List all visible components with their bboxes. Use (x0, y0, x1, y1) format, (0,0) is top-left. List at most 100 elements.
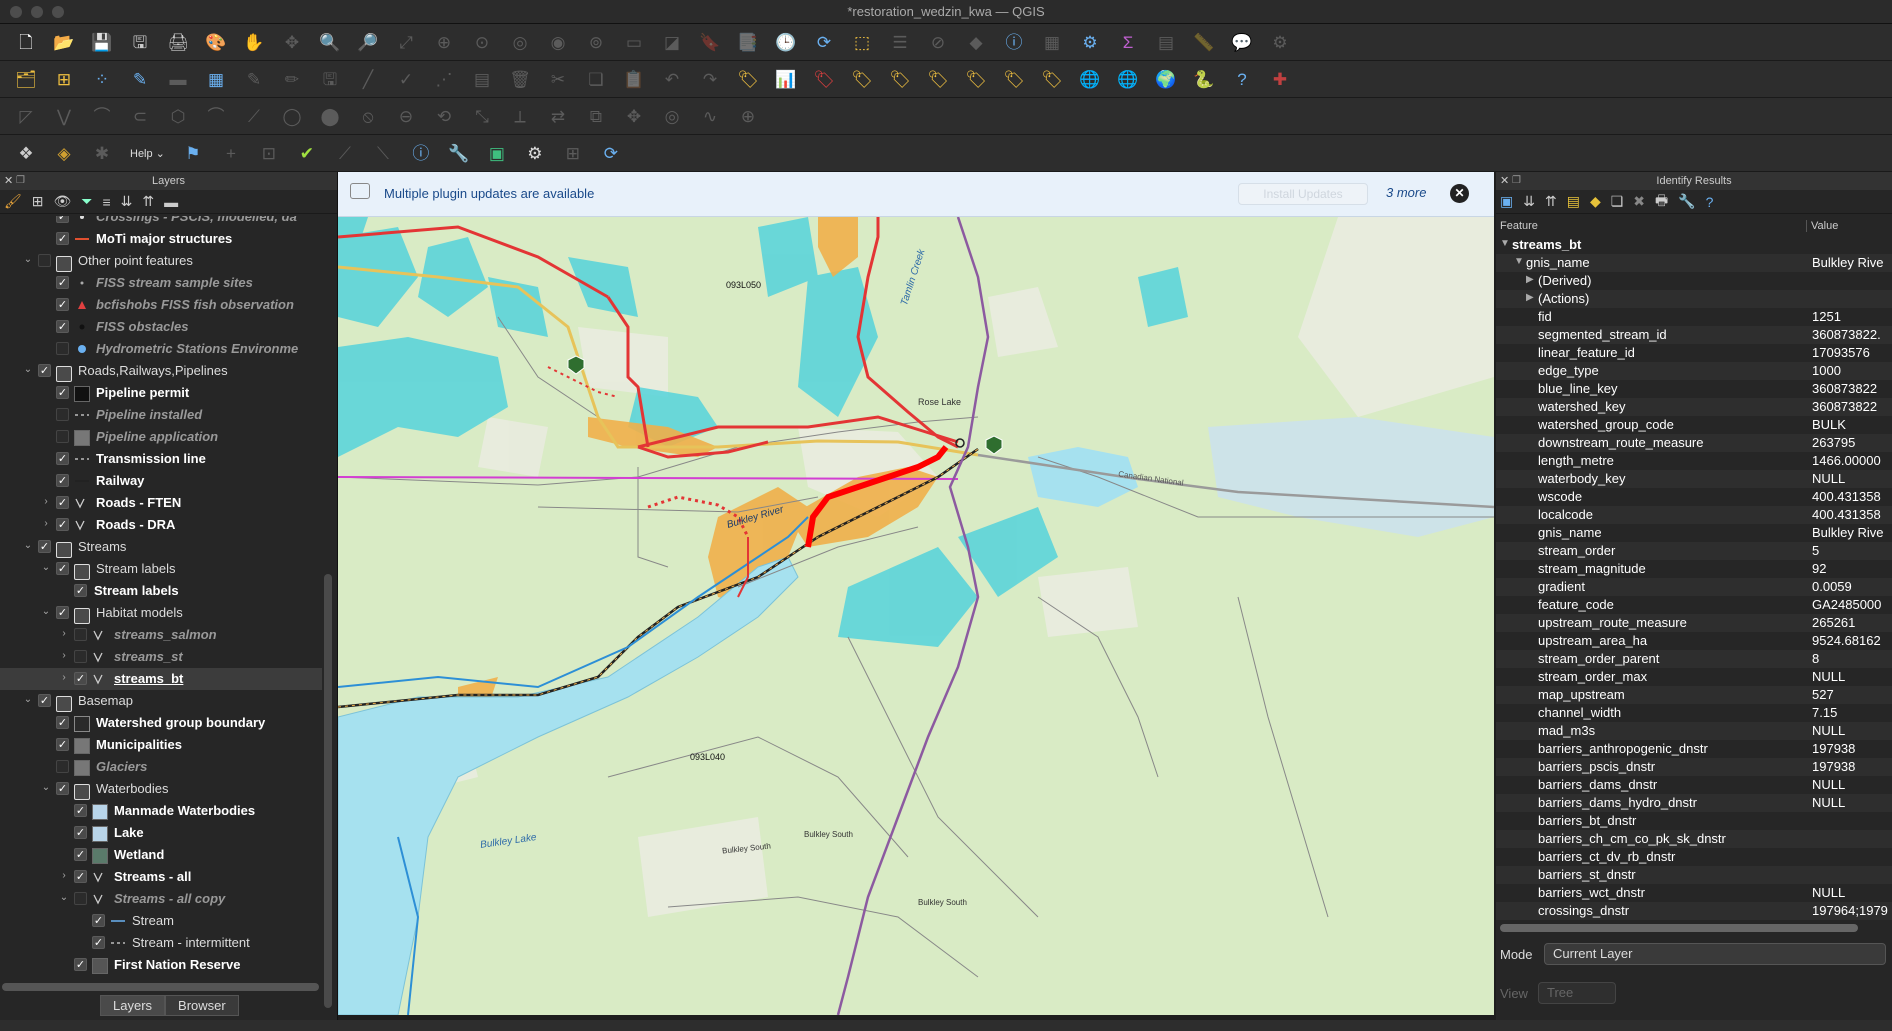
expand-all-icon[interactable]: ⇊ (121, 193, 133, 210)
chevron-right-icon[interactable]: › (58, 628, 70, 639)
layer-visibility-checkbox[interactable]: ✓ (56, 216, 69, 223)
attribute-row[interactable]: upstream_area_ha 9524.68162 (1496, 632, 1892, 650)
rect-icon[interactable]: ▣ (481, 138, 513, 168)
style-icon[interactable]: 🖌 (4, 193, 22, 210)
more-messages-link[interactable]: 3 more (1386, 185, 1426, 200)
reshape-icon[interactable]: ⬡ (162, 101, 194, 131)
attribute-row[interactable]: map_upstream 527 (1496, 686, 1892, 704)
layer-row[interactable]: › ✓ streams_bt (0, 668, 322, 690)
grass-icon[interactable]: ❖ (10, 138, 42, 168)
layer-row[interactable]: ✓ Manmade Waterbodies (0, 800, 322, 822)
attribute-row[interactable]: stream_order 5 (1496, 542, 1892, 560)
close-panel-icon[interactable]: ✕ (4, 172, 13, 190)
attribute-row[interactable]: barriers_dams_hydro_dnstr NULL (1496, 794, 1892, 812)
chevron-down-icon[interactable]: ⌄ (58, 892, 70, 903)
attribute-row[interactable]: blue_line_key 360873822 (1496, 380, 1892, 398)
change-label-icon[interactable]: 🏷 (998, 64, 1030, 94)
layer-row[interactable]: ✓ FISS obstacles (0, 316, 322, 338)
settings-icon[interactable]: 🔧 (1678, 193, 1695, 210)
delete-icon[interactable]: 🗑 (504, 64, 536, 94)
statistics-icon[interactable]: Σ (1112, 27, 1144, 57)
open-project-icon[interactable]: 📂 (48, 27, 80, 57)
expand-icon[interactable]: ▣ (1500, 193, 1513, 210)
attribute-row[interactable]: gradient 0.0059 (1496, 578, 1892, 596)
layer-visibility-checkbox[interactable]: ✓ (56, 496, 69, 509)
install-updates-button[interactable]: Install Updates (1238, 183, 1368, 205)
attribute-row[interactable]: waterbody_key NULL (1496, 470, 1892, 488)
layer-visibility-checkbox[interactable]: ✓ (38, 364, 51, 377)
layer-visibility-checkbox[interactable]: ✓ (56, 474, 69, 487)
edit-pencil-icon[interactable]: ✎ (238, 64, 270, 94)
info-icon[interactable]: ⓘ (405, 138, 437, 168)
chevron-down-icon[interactable]: ⌄ (22, 540, 34, 551)
attribute-row[interactable]: barriers_pscis_dnstr 197938 (1496, 758, 1892, 776)
layer-row[interactable]: ✓ Stream (0, 910, 322, 932)
chevron-down-icon[interactable]: ⌄ (40, 782, 52, 793)
layer-visibility-checkbox[interactable]: ✓ (56, 738, 69, 751)
clear-icon[interactable]: ✖ (1633, 193, 1645, 210)
attribute-row[interactable]: length_metre 1466.00000 (1496, 452, 1892, 470)
tab-layers[interactable]: Layers (100, 995, 166, 1016)
rotate-icon[interactable]: ⟲ (428, 101, 460, 131)
chevron-right-icon[interactable]: ▶ (1526, 292, 1534, 303)
layer-visibility-checkbox[interactable]: ✓ (74, 870, 87, 883)
plugin-a-icon[interactable]: ◈ (48, 138, 80, 168)
layer-row[interactable]: ✓ Stream - intermittent (0, 932, 322, 954)
plugin-icon[interactable]: ⚙ (1264, 27, 1296, 57)
attribute-row[interactable]: fid 1251 (1496, 308, 1892, 326)
label-tool-icon[interactable]: 🏷 (1036, 64, 1068, 94)
close-banner-icon[interactable]: ✕ (1450, 184, 1469, 203)
split-parts-icon[interactable]: ⧉ (580, 101, 612, 131)
python-icon[interactable]: 🐍 (1188, 64, 1220, 94)
layer-visibility-checkbox[interactable]: ✓ (56, 606, 69, 619)
attribute-row[interactable]: edge_type 1000 (1496, 362, 1892, 380)
vertex-tool-icon[interactable]: ✓ (390, 64, 422, 94)
attribute-row[interactable]: feature_code GA2485000 (1496, 596, 1892, 614)
chevron-down-icon[interactable]: ⌄ (40, 606, 52, 617)
qgis2web-icon[interactable]: ✔ (291, 138, 323, 168)
float-panel-icon[interactable]: ❐ (16, 172, 25, 190)
paste-icon[interactable]: 📋 (618, 64, 650, 94)
open-form-icon[interactable]: ▤ (1567, 193, 1580, 210)
layer-row[interactable]: ⌄ ✓ Waterbodies (0, 778, 322, 800)
style-manager-icon[interactable]: 🎨 (200, 27, 232, 57)
layer-visibility-checkbox[interactable]: ✓ (56, 782, 69, 795)
gear-icon[interactable]: ⚙ (519, 138, 551, 168)
tab-browser[interactable]: Browser (165, 995, 239, 1016)
processing-icon[interactable]: ⚙ (1074, 27, 1106, 57)
data-source-manager-icon[interactable]: 🗂 (10, 64, 42, 94)
merge-icon[interactable]: ⊂ (124, 101, 156, 131)
bookmark-icon[interactable]: 🔖 (694, 27, 726, 57)
redo-icon[interactable]: ↷ (694, 64, 726, 94)
new-3d-view-icon[interactable]: ◪ (656, 27, 688, 57)
layer-visibility-checkbox[interactable]: ✓ (92, 936, 105, 949)
layer-row[interactable]: › ✓ streams_st (0, 646, 322, 668)
layer-row[interactable]: ⌄ ✓ Streams (0, 536, 322, 558)
new-shapefile-icon[interactable]: ▬ (162, 64, 194, 94)
layer-row[interactable]: ⌄ ✓ Other point features (0, 250, 322, 272)
layer-tree-vscroll[interactable] (324, 574, 332, 1008)
attribute-row[interactable]: watershed_group_code BULK (1496, 416, 1892, 434)
select-by-value-icon[interactable]: ☰ (884, 27, 916, 57)
chevron-right-icon[interactable]: › (40, 496, 52, 507)
add-layer-icon[interactable]: ⊞ (48, 64, 80, 94)
ring-icon[interactable]: ◯ (276, 101, 308, 131)
rotate-label-icon[interactable]: 🏷 (960, 64, 992, 94)
layer-visibility-checkbox[interactable]: ✓ (74, 892, 87, 905)
save-as-icon[interactable]: 🖫 (124, 27, 156, 57)
layer-visibility-checkbox[interactable]: ✓ (38, 540, 51, 553)
copy-feature-icon[interactable]: ❏ (1611, 193, 1624, 210)
plugin-b-icon[interactable]: ✱ (86, 138, 118, 168)
layer-row[interactable]: › ✓ Roads - DRA (0, 514, 322, 536)
layer-visibility-checkbox[interactable]: ✓ (92, 914, 105, 927)
tips-icon[interactable]: 💬 (1226, 27, 1258, 57)
print-icon[interactable]: 🖶 (1655, 190, 1668, 214)
pan-hand-icon[interactable]: ✋ (238, 27, 270, 57)
attribute-row[interactable]: gnis_name Bulkley Rive (1496, 524, 1892, 542)
layer-visibility-checkbox[interactable]: ✓ (74, 804, 87, 817)
layer-visibility-checkbox[interactable]: ✓ (74, 650, 87, 663)
map-svg[interactable] (338, 217, 1494, 1015)
attribute-row[interactable]: upstream_route_measure 265261 (1496, 614, 1892, 632)
layer-row[interactable]: ✓ Railway (0, 470, 322, 492)
float-identify-icon[interactable]: ❐ (1512, 172, 1521, 190)
